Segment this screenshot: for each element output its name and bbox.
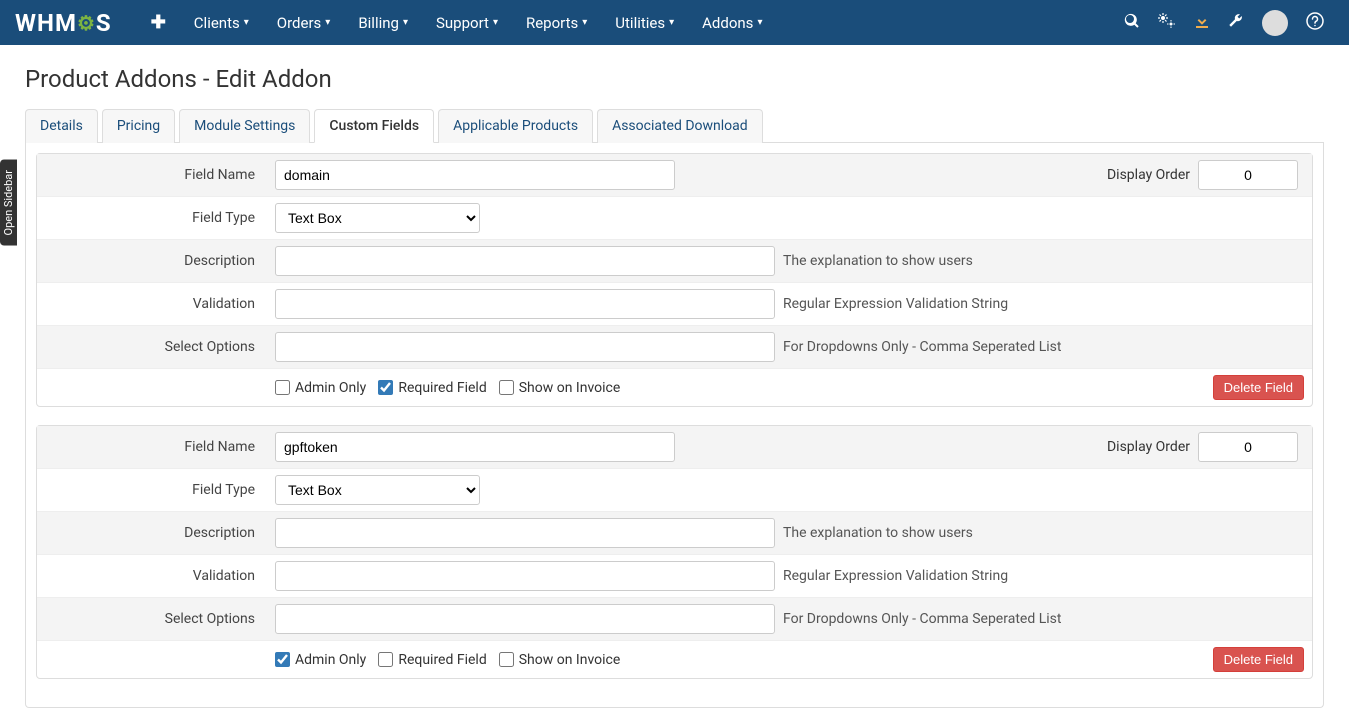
brand-post: S (96, 9, 112, 37)
show-on-invoice-checkbox[interactable]: Show on Invoice (499, 380, 621, 396)
validation-input[interactable] (275, 289, 775, 319)
nav-reports[interactable]: Reports▾ (512, 0, 601, 45)
label-field-name: Field Name (37, 159, 267, 191)
nav-support[interactable]: Support▾ (422, 0, 512, 45)
description-input[interactable] (275, 518, 775, 548)
label-display-order: Display Order (1107, 167, 1190, 183)
chevron-down-icon: ▾ (325, 17, 330, 28)
nav-utilities[interactable]: Utilities▾ (601, 0, 688, 45)
page-title: Product Addons - Edit Addon (25, 65, 1324, 93)
hint-validation: Regular Expression Validation String (783, 568, 1008, 584)
tab-details[interactable]: Details (25, 109, 98, 143)
nav-addons[interactable]: Addons▾ (688, 0, 776, 45)
tab-associated-download[interactable]: Associated Download (597, 109, 763, 143)
tab-pricing[interactable]: Pricing (102, 109, 175, 143)
wrench-icon[interactable] (1228, 13, 1244, 33)
hint-description: The explanation to show users (783, 525, 973, 541)
delete-field-button[interactable]: Delete Field (1213, 375, 1304, 400)
display-order-input[interactable] (1198, 432, 1298, 462)
delete-field-button[interactable]: Delete Field (1213, 647, 1304, 672)
add-button[interactable]: ✚ (137, 0, 180, 45)
custom-field-block: Field Name Display Order Field Type Text… (36, 153, 1313, 407)
nav-orders[interactable]: Orders▾ (263, 0, 345, 45)
required-field-checkbox[interactable]: Required Field (378, 380, 486, 396)
hint-select-options: For Dropdowns Only - Comma Seperated Lis… (783, 611, 1061, 627)
show-on-invoice-checkbox[interactable]: Show on Invoice (499, 652, 621, 668)
hint-description: The explanation to show users (783, 253, 973, 269)
brand-logo[interactable]: WHM⚙S (15, 9, 112, 37)
label-validation: Validation (37, 560, 267, 592)
hint-select-options: For Dropdowns Only - Comma Seperated Lis… (783, 339, 1061, 355)
tab-content: Field Name Display Order Field Type Text… (25, 143, 1324, 708)
display-order-input[interactable] (1198, 160, 1298, 190)
plus-icon: ✚ (151, 12, 166, 33)
custom-field-block: Field Name Display Order Field Type Text… (36, 425, 1313, 679)
field-type-select[interactable]: Text Box (275, 475, 480, 505)
nav-right (1124, 10, 1334, 36)
chevron-down-icon: ▾ (493, 17, 498, 28)
label-description: Description (37, 245, 267, 277)
label-validation: Validation (37, 288, 267, 320)
avatar[interactable] (1262, 10, 1288, 36)
select-options-input[interactable] (275, 604, 775, 634)
chevron-down-icon: ▾ (757, 17, 762, 28)
hint-validation: Regular Expression Validation String (783, 296, 1008, 312)
admin-only-checkbox[interactable]: Admin Only (275, 380, 366, 396)
nav-clients[interactable]: Clients▾ (180, 0, 263, 45)
nav-billing[interactable]: Billing▾ (344, 0, 422, 45)
required-field-checkbox[interactable]: Required Field (378, 652, 486, 668)
tabs: Details Pricing Module Settings Custom F… (25, 108, 1324, 143)
chevron-down-icon: ▾ (669, 17, 674, 28)
brand-pre: WHM (15, 9, 77, 37)
label-display-order: Display Order (1107, 439, 1190, 455)
admin-only-checkbox[interactable]: Admin Only (275, 652, 366, 668)
label-field-name: Field Name (37, 431, 267, 463)
field-name-input[interactable] (275, 160, 675, 190)
description-input[interactable] (275, 246, 775, 276)
label-field-type: Field Type (37, 202, 267, 234)
gear-icon: ⚙ (77, 11, 96, 35)
chevron-down-icon: ▾ (244, 17, 249, 28)
cogs-icon[interactable] (1158, 13, 1176, 33)
label-field-type: Field Type (37, 474, 267, 506)
open-sidebar-tab[interactable]: Open Sidebar (0, 160, 17, 246)
field-type-select[interactable]: Text Box (275, 203, 480, 233)
nav-items: Clients▾ Orders▾ Billing▾ Support▾ Repor… (180, 0, 1124, 45)
tab-custom-fields[interactable]: Custom Fields (314, 109, 434, 143)
help-icon[interactable] (1306, 12, 1324, 34)
top-navbar: WHM⚙S ✚ Clients▾ Orders▾ Billing▾ Suppor… (0, 0, 1349, 45)
chevron-down-icon: ▾ (403, 17, 408, 28)
download-icon[interactable] (1194, 13, 1210, 33)
select-options-input[interactable] (275, 332, 775, 362)
validation-input[interactable] (275, 561, 775, 591)
tab-applicable-products[interactable]: Applicable Products (438, 109, 593, 143)
label-select-options: Select Options (37, 603, 267, 635)
field-name-input[interactable] (275, 432, 675, 462)
search-icon[interactable] (1124, 13, 1140, 33)
label-select-options: Select Options (37, 331, 267, 363)
tab-module-settings[interactable]: Module Settings (179, 109, 310, 143)
label-description: Description (37, 517, 267, 549)
chevron-down-icon: ▾ (582, 17, 587, 28)
